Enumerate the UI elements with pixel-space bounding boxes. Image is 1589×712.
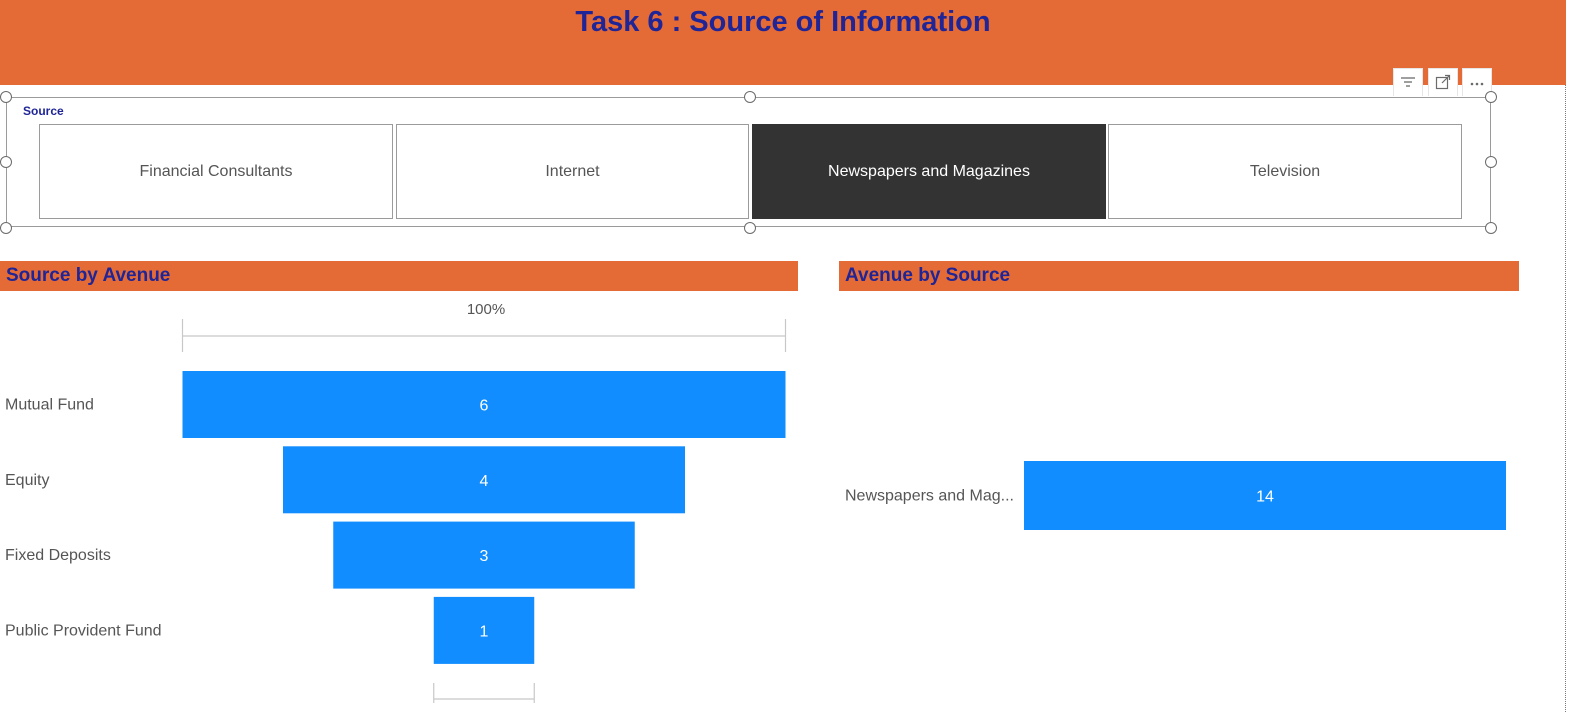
source-bar-value-label-newspapers-and-mag: 14 [1256, 489, 1274, 506]
funnel-top-percent-label: 100% [467, 301, 505, 318]
source-bar-category-label-newspapers-and-mag: Newspapers and Mag... [845, 488, 1014, 505]
funnel-category-label-mutual-fund: Mutual Fund [5, 397, 94, 414]
charts-canvas: 100% 6 Mutual Fund 4 Equity 3 Fixed Deposits 1 P… [5, 301, 1506, 703]
funnel-value-label-fixed-deposits: 3 [480, 548, 489, 565]
funnel-category-label-equity: Equity [5, 472, 49, 489]
funnel-category-label-fixed-deposits: Fixed Deposits [5, 547, 111, 564]
funnel-value-label-mutual-fund: 6 [480, 398, 489, 415]
funnel-value-label-public-provident-fund: 1 [480, 623, 489, 640]
funnel-value-label-equity: 4 [480, 473, 489, 490]
funnel-category-label-public-provident-fund: Public Provident Fund [5, 622, 162, 639]
